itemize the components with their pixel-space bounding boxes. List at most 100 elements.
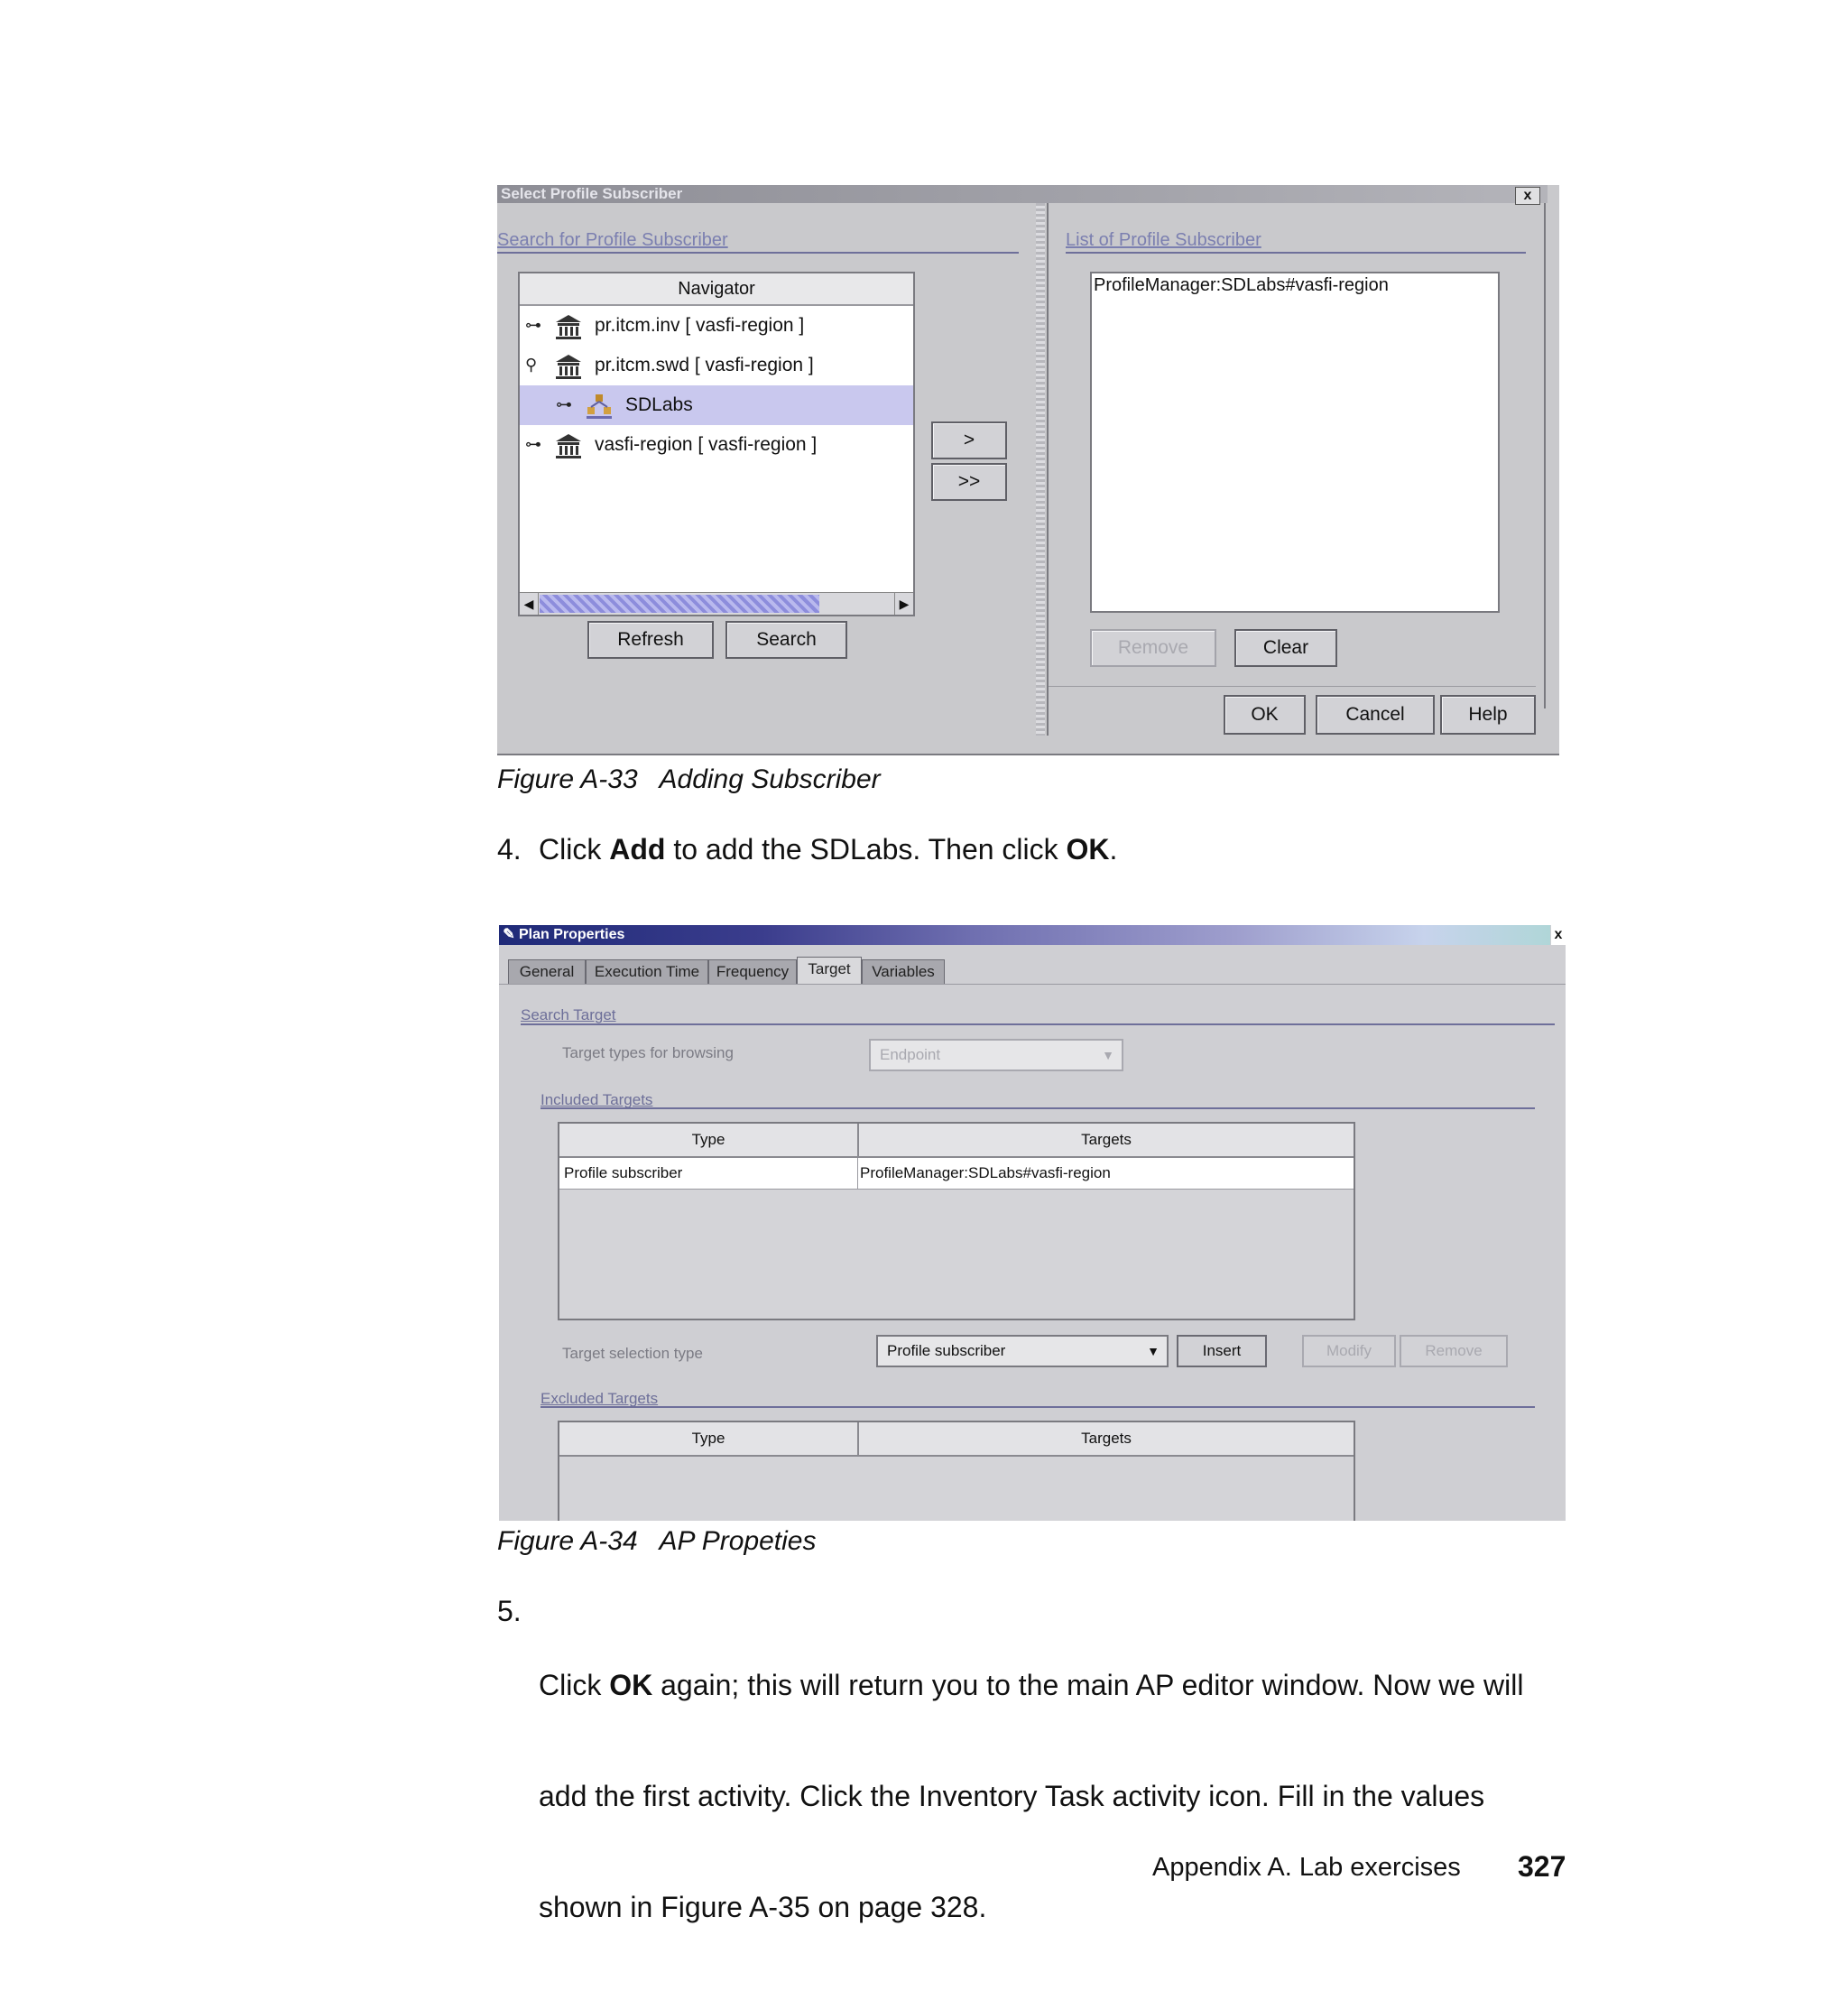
dropdown-value: Profile subscriber [887,1342,1006,1359]
app-icon: ✎ [503,927,515,942]
select-profile-subscriber-dialog: Select Profile Subscriber x Search for P… [497,185,1559,755]
chevron-down-icon: ▼ [1102,1048,1114,1062]
footer-section-title: Appendix A. Lab exercises [1152,1853,1461,1882]
tab-general[interactable]: General [508,959,586,985]
step-5: 5. Click OK again; this will return you … [497,1593,1580,1923]
search-target-group-title: Search Target [521,1006,616,1023]
region-icon [556,355,581,379]
bold-run: Add [609,833,666,866]
table-header: Type Targets [559,1422,1354,1457]
list-item[interactable]: ProfileManager:SDLabs#vasfi-region [1092,273,1498,298]
step-line: add the first activity. Click the Invent… [539,1780,1485,1812]
help-button[interactable]: Help [1440,695,1536,735]
pane-border [1047,203,1049,736]
tree-item[interactable]: ⊶ pr.itcm.inv [ vasfi-region ] [520,306,913,346]
ok-button[interactable]: OK [1224,695,1306,735]
dialog-title-bar: Select Profile Subscriber [497,185,1548,203]
text-run: . [1109,833,1118,866]
selection-type-label: Target selection type [562,1345,703,1362]
column-header-targets[interactable]: Targets [859,1124,1354,1156]
step-number: 4. [497,833,522,866]
bold-run: OK [609,1669,653,1701]
collapse-toggle-icon[interactable]: ⚲ [525,356,537,373]
figure-caption: Figure A-34 AP Propeties [497,1526,817,1556]
text-run: Click [539,1669,610,1701]
table-row[interactable]: Profile subscriber ProfileManager:SDLabs… [559,1158,1354,1190]
column-header-type[interactable]: Type [559,1124,859,1156]
step-4: 4. Click Add to add the SDLabs. Then clic… [497,831,1117,868]
bold-run: OK [1066,833,1110,866]
search-button[interactable]: Search [725,621,847,659]
text-run: Click [539,833,610,866]
tab-frequency[interactable]: Frequency [708,959,797,985]
add-all-button[interactable]: >> [931,463,1007,501]
target-types-dropdown[interactable]: Endpoint ▼ [869,1039,1123,1071]
close-icon[interactable]: x [1551,925,1566,945]
step-text: Click Add to add the SDLabs. Then click … [539,831,1117,868]
tree-item-label: vasfi-region [ vasfi-region ] [595,434,818,455]
tab-variables[interactable]: Variables [862,959,945,985]
insert-button[interactable]: Insert [1177,1335,1267,1367]
included-targets-table[interactable]: Type Targets Profile subscriber ProfileM… [558,1122,1355,1320]
close-icon[interactable]: x [1515,187,1540,205]
navigator-tree[interactable]: Navigator ⊶ pr.itcm.inv [ vasfi-region ]… [518,272,915,616]
subscriber-list[interactable]: ProfileManager:SDLabs#vasfi-region [1090,272,1500,613]
scroll-right-icon[interactable]: ▶ [894,593,913,615]
tab-underline [499,984,1566,985]
text-run: again; this will return you to the main … [652,1669,1524,1701]
remove-button[interactable]: Remove [1400,1335,1508,1367]
expand-toggle-icon[interactable]: ⊶ [525,317,541,333]
profile-manager-icon [587,394,612,419]
text-run: to add the SDLabs. Then click [665,833,1067,866]
tree-item[interactable]: ⚲ pr.itcm.swd [ vasfi-region ] [520,346,913,385]
table-header: Type Targets [559,1124,1354,1158]
column-header-type[interactable]: Type [559,1422,859,1455]
column-header-targets[interactable]: Targets [859,1422,1354,1455]
selection-type-dropdown[interactable]: Profile subscriber ▼ [876,1335,1169,1367]
excluded-targets-group-title: Excluded Targets [541,1390,659,1407]
pane-splitter[interactable] [1036,203,1045,736]
tree-item-label: SDLabs [625,394,693,415]
search-group-title: Search for Profile Subscriber [497,230,728,250]
tree-item-label: pr.itcm.inv [ vasfi-region ] [595,315,805,336]
tab-target[interactable]: Target [797,957,862,985]
add-button[interactable]: > [931,421,1007,459]
dropdown-value: Endpoint [880,1046,941,1063]
group-separator [497,252,1019,254]
tree-item[interactable]: ⊶ vasfi-region [ vasfi-region ] [520,425,913,465]
tab-execution-time[interactable]: Execution Time [586,959,708,985]
target-types-label: Target types for browsing [562,1044,734,1061]
group-separator [541,1107,1535,1109]
step-number: 5. [497,1595,522,1627]
expand-toggle-icon[interactable]: ⊶ [525,436,541,452]
tree-item-selected[interactable]: ⊶ SDLabs [520,385,913,425]
scrollbar-thumb[interactable] [540,595,819,613]
step-line: shown in Figure A-35 on page 328. [539,1891,987,1923]
remove-button[interactable]: Remove [1090,629,1216,667]
horizontal-scrollbar[interactable]: ◀ ▶ [520,592,913,615]
table-cell-type: Profile subscriber [559,1158,858,1189]
cancel-button[interactable]: Cancel [1316,695,1435,735]
group-separator [1066,252,1526,254]
modify-button[interactable]: Modify [1302,1335,1396,1367]
step-text: Click OK again; this will return you to … [539,1593,1523,2000]
window-title: Plan Properties [519,927,625,942]
group-separator [521,1023,1555,1025]
tree-item-label: pr.itcm.swd [ vasfi-region ] [595,355,814,375]
page-number: 327 [1518,1850,1566,1883]
window-title-bar: ✎ Plan Properties [499,925,1550,945]
excluded-targets-table[interactable]: Type Targets [558,1421,1355,1521]
navigator-header: Navigator [520,273,913,306]
step-line: Click OK again; this will return you to … [539,1667,1523,1704]
table-cell-targets: ProfileManager:SDLabs#vasfi-region [860,1164,1111,1181]
button-bar-separator [1049,686,1536,687]
chevron-down-icon: ▼ [1147,1344,1160,1358]
region-icon [556,434,581,458]
clear-button[interactable]: Clear [1234,629,1337,667]
refresh-button[interactable]: Refresh [587,621,714,659]
scroll-left-icon[interactable]: ◀ [520,593,539,615]
figure-caption: Figure A-33 Adding Subscriber [497,764,881,794]
expand-toggle-icon[interactable]: ⊶ [556,396,572,412]
list-group-title: List of Profile Subscriber [1066,230,1261,250]
included-targets-group-title: Included Targets [541,1091,653,1108]
